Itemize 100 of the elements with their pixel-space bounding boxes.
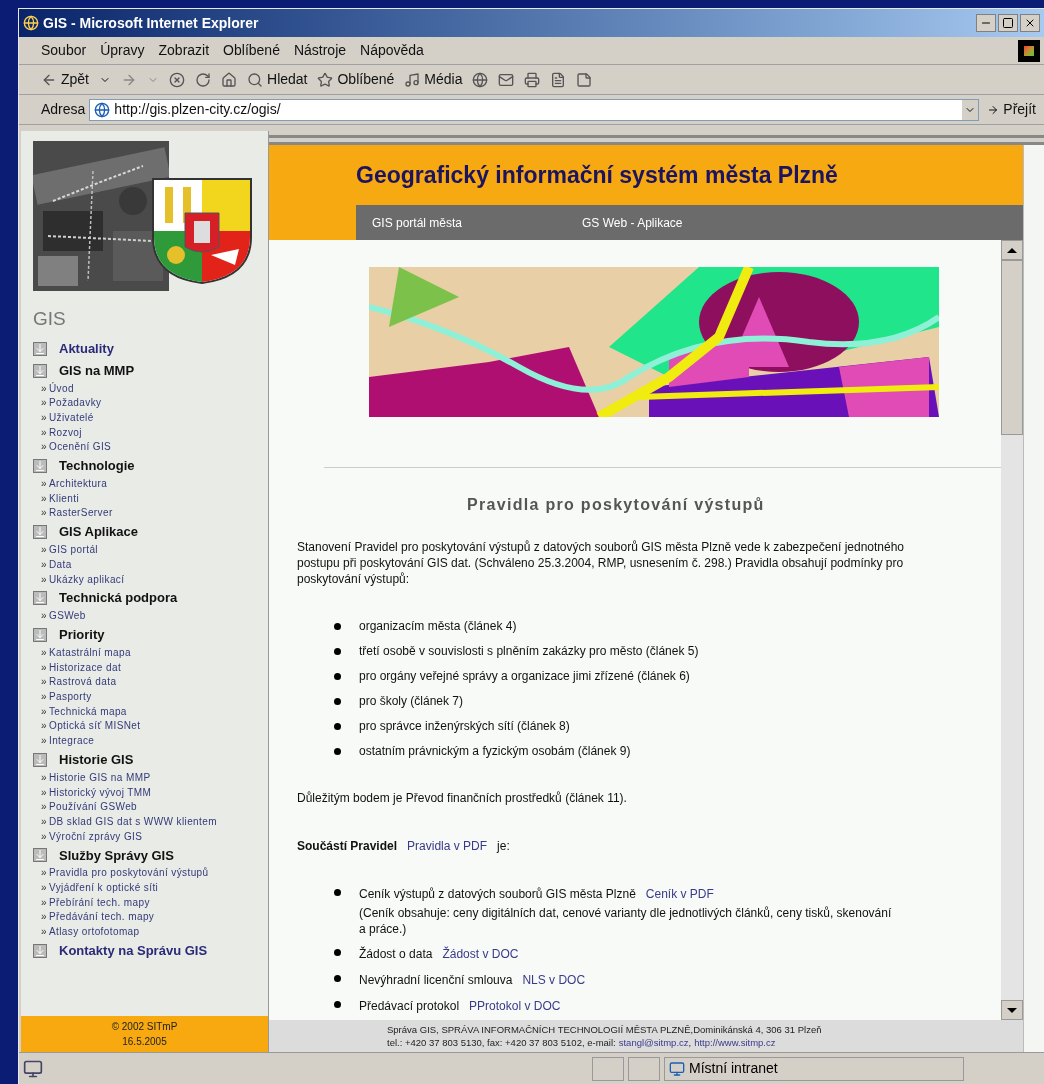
sidebar-link[interactable]: Katastrální mapa bbox=[48, 645, 131, 661]
bullet-icon bbox=[334, 672, 341, 680]
link-marker: » bbox=[41, 675, 47, 690]
menu-item[interactable]: Zobrazit bbox=[158, 40, 210, 61]
link-marker: » bbox=[41, 396, 47, 411]
sidebar-link[interactable]: DB sklad GIS dat s WWW klientem bbox=[48, 814, 217, 830]
sidebar-link[interactable]: Výroční zprávy GIS bbox=[48, 829, 143, 845]
pdf-link[interactable]: Pravidla v PDF bbox=[407, 837, 488, 855]
sidebar-link[interactable]: Pravidla pro poskytování výstupů bbox=[48, 866, 209, 882]
favorites-button[interactable]: Oblíbené bbox=[317, 69, 395, 90]
sidebar-link[interactable]: Historizace dat bbox=[48, 660, 122, 676]
sidebar-link[interactable]: Data bbox=[48, 557, 72, 573]
sidebar-section[interactable]: Služby Správy GIS bbox=[59, 845, 174, 866]
scroll-thumb[interactable] bbox=[1001, 260, 1023, 435]
link-marker: » bbox=[41, 866, 47, 881]
sidebar-link[interactable]: Rastrová data bbox=[48, 675, 117, 691]
expand-icon[interactable] bbox=[33, 752, 47, 767]
sidebar-section[interactable]: GIS Aplikace bbox=[59, 522, 138, 542]
sidebar-section[interactable]: GIS na MMP bbox=[59, 360, 135, 381]
sidebar-link[interactable]: Historický vývoj TMM bbox=[48, 785, 152, 801]
search-button[interactable]: Hledat bbox=[247, 69, 308, 90]
menu-item[interactable]: Nástroje bbox=[293, 40, 347, 61]
link-marker: » bbox=[41, 609, 47, 624]
expand-icon[interactable] bbox=[33, 525, 47, 540]
sidebar-section[interactable]: Priority bbox=[59, 625, 105, 645]
document-link[interactable]: Ceník v PDF bbox=[645, 885, 714, 903]
maximize-button[interactable] bbox=[998, 14, 1018, 32]
menu-item[interactable]: Nápověda bbox=[360, 40, 424, 61]
sidebar-link[interactable]: GSWeb bbox=[48, 609, 86, 624]
close-button[interactable] bbox=[1020, 14, 1040, 32]
document-link[interactable]: Žádost v DOC bbox=[442, 945, 519, 963]
link-marker: » bbox=[41, 770, 47, 785]
link-marker: » bbox=[41, 910, 47, 925]
sidebar-section[interactable]: Technická podpora bbox=[59, 588, 178, 608]
link-marker: » bbox=[41, 557, 47, 572]
sidebar-link[interactable]: Historie GIS na MMP bbox=[48, 770, 151, 786]
sidebar-section[interactable]: Technologie bbox=[59, 456, 135, 476]
refresh-icon[interactable] bbox=[195, 71, 211, 88]
sidebar-link[interactable]: RasterServer bbox=[48, 506, 113, 522]
go-button[interactable]: Přejít bbox=[983, 99, 1040, 120]
sidebar-link[interactable]: Požadavky bbox=[48, 396, 102, 411]
minimize-button[interactable] bbox=[976, 14, 996, 32]
scroll-down-button[interactable] bbox=[1001, 1000, 1023, 1020]
expand-icon[interactable] bbox=[33, 459, 47, 473]
link-marker: » bbox=[41, 506, 47, 521]
sidebar-link[interactable]: Uživatelé bbox=[48, 410, 94, 426]
sidebar-link[interactable]: Rozvoj bbox=[48, 425, 82, 441]
link-marker: » bbox=[41, 814, 47, 829]
sidebar-section[interactable]: Aktuality bbox=[59, 338, 114, 359]
link-marker: » bbox=[41, 543, 47, 558]
nav-link[interactable]: GS Web - Aplikace bbox=[566, 213, 776, 232]
link-marker: » bbox=[41, 477, 47, 491]
menu-item[interactable]: Úpravy bbox=[100, 40, 145, 61]
link-marker: » bbox=[41, 895, 47, 910]
document-link[interactable]: NLS v DOC bbox=[522, 971, 586, 989]
sidebar-link[interactable]: GIS portál bbox=[48, 543, 98, 558]
sidebar-section[interactable]: Historie GIS bbox=[59, 750, 134, 770]
rule-item: třetí osobě v souvislosti s plněním zakázky pro město (článek 5) bbox=[359, 643, 699, 660]
sidebar-link[interactable]: Úvod bbox=[48, 381, 74, 397]
expand-icon[interactable] bbox=[33, 943, 47, 958]
document-item: Žádost o data bbox=[359, 945, 433, 963]
media-button[interactable]: Média bbox=[404, 69, 463, 90]
link-marker: » bbox=[41, 690, 47, 705]
sidebar-link[interactable]: Předávání tech. mapy bbox=[48, 910, 155, 926]
address-field[interactable]: http://gis.plzen-city.cz/ogis/ bbox=[89, 98, 980, 121]
expand-icon[interactable] bbox=[33, 363, 47, 378]
sidebar-section[interactable]: Kontakty na Správu GIS bbox=[59, 941, 208, 961]
sidebar-link[interactable]: Klienti bbox=[48, 491, 79, 507]
email-link[interactable]: stangl@sitmp.cz bbox=[618, 1036, 689, 1049]
scrollbar[interactable] bbox=[1001, 240, 1023, 1020]
sidebar-link[interactable]: Používání GSWeb bbox=[48, 800, 138, 815]
nav-link[interactable]: GIS portál města bbox=[356, 213, 566, 232]
sidebar-link[interactable]: Integrace bbox=[48, 734, 95, 749]
menu-item[interactable]: Oblíbené bbox=[223, 40, 280, 61]
expand-icon[interactable] bbox=[33, 341, 47, 356]
expand-icon[interactable] bbox=[33, 591, 47, 606]
star-icon bbox=[317, 71, 334, 88]
sidebar-link[interactable]: Technická mapa bbox=[48, 704, 127, 720]
sidebar-link[interactable]: Vyjádření k optické síti bbox=[48, 881, 159, 896]
sidebar-link[interactable]: Přebírání tech. mapy bbox=[48, 895, 150, 911]
sidebar-link[interactable]: Optická síť MISNet bbox=[48, 719, 141, 735]
print-icon[interactable] bbox=[524, 71, 541, 88]
link-marker: » bbox=[41, 381, 47, 396]
dropdown-icon[interactable] bbox=[962, 99, 979, 120]
sidebar-link[interactable]: Ocenění GIS bbox=[48, 440, 112, 455]
sidebar-link[interactable]: Atlasy ortofotomap bbox=[48, 925, 140, 940]
sidebar-link[interactable]: Ukázky aplikací bbox=[48, 572, 125, 588]
mail-icon[interactable] bbox=[498, 71, 515, 88]
footer-address: Správa GIS, SPRÁVA INFORMAČNÍCH TECHNOLOGIÍ MĚSTA PLZNĚ,Dominikánská 4, 306 31 Plzeň bbox=[387, 1023, 823, 1036]
expand-icon[interactable] bbox=[33, 848, 47, 863]
sidebar-link[interactable]: Architektura bbox=[48, 477, 108, 492]
sidebar-link[interactable]: Pasporty bbox=[48, 690, 92, 705]
web-link[interactable]: http://www.sitmp.cz bbox=[694, 1036, 776, 1049]
scroll-up-button[interactable] bbox=[1001, 240, 1023, 260]
menu-item[interactable]: Soubor bbox=[41, 40, 87, 61]
document-link[interactable]: PProtokol v DOC bbox=[469, 997, 561, 1015]
back-button[interactable]: Zpět bbox=[41, 69, 89, 90]
stop-icon[interactable] bbox=[169, 71, 185, 88]
expand-icon[interactable] bbox=[33, 627, 47, 642]
home-icon[interactable] bbox=[221, 71, 237, 88]
